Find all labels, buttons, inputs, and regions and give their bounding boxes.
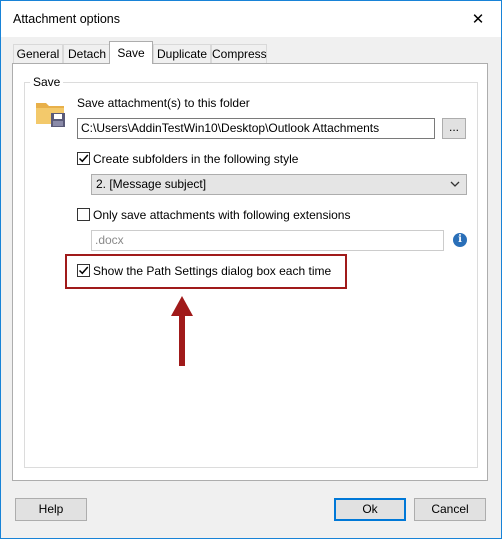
only-extensions-label: Only save attachments with following ext… bbox=[93, 208, 351, 222]
arrow-up-icon bbox=[171, 296, 193, 366]
save-to-folder-label: Save attachment(s) to this folder bbox=[77, 96, 250, 110]
checkmark-icon bbox=[78, 154, 89, 163]
cancel-button[interactable]: Cancel bbox=[414, 498, 486, 521]
folder-path-input[interactable]: C:\Users\AddinTestWin10\Desktop\Outlook … bbox=[77, 118, 435, 139]
subfolder-style-value: 2. [Message subject] bbox=[96, 177, 207, 191]
close-icon[interactable]: ✕ bbox=[455, 1, 501, 37]
ok-button[interactable]: Ok bbox=[334, 498, 406, 521]
chevron-down-icon bbox=[450, 181, 460, 187]
window-title: Attachment options bbox=[13, 12, 121, 26]
title-bar: Attachment options ✕ bbox=[1, 1, 501, 37]
tab-save[interactable]: Save bbox=[109, 41, 153, 64]
tab-general[interactable]: General bbox=[13, 44, 63, 63]
highlight-box bbox=[65, 254, 347, 289]
tab-duplicate[interactable]: Duplicate bbox=[153, 44, 211, 63]
only-extensions-checkbox[interactable] bbox=[77, 208, 90, 221]
save-group-label: Save bbox=[30, 75, 64, 89]
folder-save-icon bbox=[36, 103, 65, 127]
create-subfolders-checkbox[interactable] bbox=[77, 152, 90, 165]
subfolder-style-select[interactable]: 2. [Message subject] bbox=[91, 174, 467, 195]
tab-compress[interactable]: Compress bbox=[211, 44, 267, 63]
tab-detach[interactable]: Detach bbox=[63, 44, 111, 63]
create-subfolders-label: Create subfolders in the following style bbox=[93, 152, 299, 166]
info-icon[interactable]: i bbox=[453, 233, 467, 247]
browse-button[interactable]: ... bbox=[442, 118, 466, 139]
extensions-input[interactable]: .docx bbox=[91, 230, 444, 251]
help-button[interactable]: Help bbox=[15, 498, 87, 521]
